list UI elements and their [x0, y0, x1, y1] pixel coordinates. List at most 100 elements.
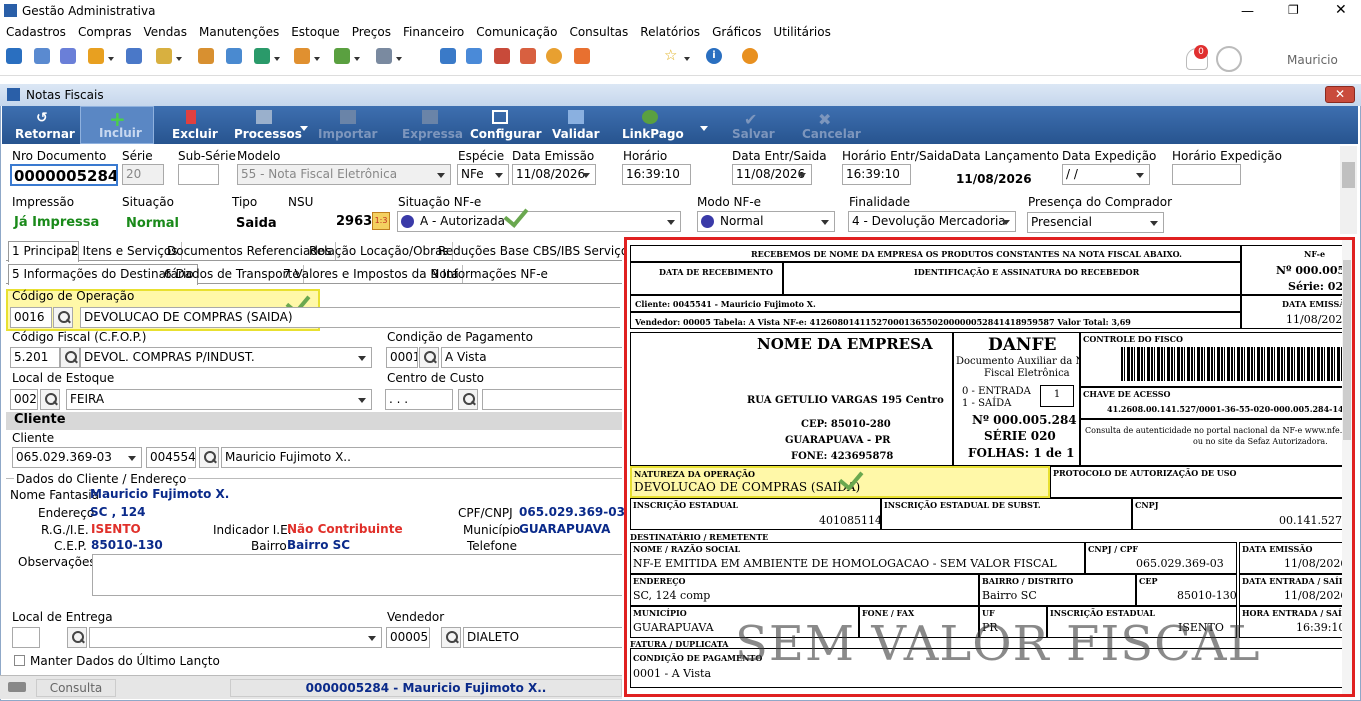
retornar-button[interactable]: ↺ Retornar: [10, 106, 80, 144]
menu-precos[interactable]: Preços: [346, 22, 397, 39]
incluir-button[interactable]: + Incluir: [80, 106, 154, 144]
expressa-button[interactable]: Expressa: [396, 106, 466, 144]
menu-graficos[interactable]: Gráficos: [706, 22, 767, 39]
processos-button[interactable]: Processos: [228, 106, 312, 144]
data-emissao-input[interactable]: 11/08/2026: [512, 164, 596, 185]
dollar-icon[interactable]: [226, 48, 242, 64]
cfop-search-icon[interactable]: [60, 347, 80, 368]
manter-dados-label: Manter Dados do Último Lançto: [30, 654, 220, 668]
cfop-input[interactable]: 5.201: [10, 347, 60, 368]
cep-value: 85010-130: [91, 538, 163, 552]
cliente-codigo-input[interactable]: 0045541: [146, 447, 196, 468]
cfop-select[interactable]: DEVOL. COMPRAS P/INDUST.: [80, 347, 372, 368]
window-close-button[interactable]: ✕: [1325, 86, 1355, 103]
menu-utilitarios[interactable]: Utilitários: [767, 22, 836, 39]
modelo-select[interactable]: 55 - Nota Fiscal Eletrônica: [237, 164, 451, 185]
importar-button[interactable]: Importar: [312, 106, 392, 144]
local-estoque-search-icon[interactable]: [40, 389, 60, 410]
close-icon[interactable]: ✕: [1335, 2, 1347, 18]
menu-consultas[interactable]: Consultas: [563, 22, 634, 39]
local-entrega-input[interactable]: [12, 627, 40, 648]
serie-input[interactable]: 20: [122, 164, 164, 185]
modo-nfe-select[interactable]: Normal: [697, 211, 835, 232]
restore-icon[interactable]: ❐: [1288, 3, 1299, 17]
menu-compras[interactable]: Compras: [72, 22, 138, 39]
manter-dados-checkbox[interactable]: [14, 655, 25, 666]
nro-documento-input[interactable]: 0000005284: [10, 164, 118, 186]
cliente-search-icon[interactable]: [199, 447, 219, 468]
processos-dropdown-icon[interactable]: [300, 126, 308, 131]
nsu-icon[interactable]: 1:3: [372, 212, 390, 230]
menu-comunicacao[interactable]: Comunicação: [470, 22, 563, 39]
menu-manutencoes[interactable]: Manutenções: [193, 22, 285, 39]
excluir-button[interactable]: Excluir: [164, 106, 224, 144]
condicao-pagamento-input[interactable]: 0001: [386, 347, 418, 368]
horario-entr-input[interactable]: 16:39:10: [842, 164, 911, 185]
danfe-scroll-thumb[interactable]: [1343, 260, 1351, 440]
vendedor-input[interactable]: 00005: [386, 627, 430, 648]
local-entrega-search-icon[interactable]: [67, 627, 87, 648]
minimize-icon[interactable]: —: [1241, 4, 1254, 19]
data-expedicao-input[interactable]: / /: [1062, 164, 1150, 185]
users-icon[interactable]: [34, 48, 50, 64]
tab-reducoes-base[interactable]: Reduções Base CBS/IBS Serviços: [435, 242, 637, 260]
configurar-button[interactable]: Configurar: [466, 106, 542, 144]
linkpago-button[interactable]: LinkPago: [616, 106, 716, 144]
cancelar-button[interactable]: ✖ Cancelar: [798, 106, 868, 144]
vendedor-search-icon[interactable]: [441, 627, 461, 648]
calendar2-icon[interactable]: [520, 48, 536, 64]
box-icon[interactable]: [294, 48, 320, 64]
salvar-button[interactable]: ✔ Salvar: [728, 106, 788, 144]
scroll-thumb[interactable]: [1342, 162, 1355, 188]
avatar[interactable]: [1216, 46, 1242, 72]
data-entr-input[interactable]: 11/08/2026: [732, 164, 812, 185]
centro-custo-input[interactable]: . . .: [385, 389, 453, 410]
clock-icon[interactable]: [546, 48, 562, 64]
local-entrega-select[interactable]: [89, 627, 382, 648]
validar-button[interactable]: Validar: [548, 106, 608, 144]
linkpago-dropdown-icon[interactable]: [700, 126, 708, 131]
card-icon[interactable]: [60, 48, 76, 64]
danfe-ie-box: INSCRIÇÃO ESTADUAL 4010851144: [630, 498, 881, 530]
mail-icon[interactable]: [156, 48, 182, 64]
tab-informacoes-nfe[interactable]: 9 Informações NF-e: [428, 265, 551, 283]
person-icon[interactable]: [198, 48, 214, 64]
calendar-icon[interactable]: [494, 48, 510, 64]
codigo-operacao-input[interactable]: 0016: [10, 307, 52, 328]
local-estoque-select[interactable]: FEIRA: [66, 389, 372, 410]
observacoes-textarea[interactable]: [92, 554, 622, 596]
tab-relacao-locacao[interactable]: Relação Locação/Obras: [306, 242, 453, 260]
danfe-scrollbar[interactable]: [1342, 240, 1352, 694]
menu-vendas[interactable]: Vendas: [138, 22, 194, 39]
calc-icon[interactable]: [88, 48, 114, 64]
horario-expedicao-input[interactable]: [1172, 164, 1241, 185]
calendar3-icon[interactable]: [574, 48, 590, 64]
centro-custo-search-icon[interactable]: [458, 389, 478, 410]
grid-icon[interactable]: [440, 48, 456, 64]
save-icon[interactable]: [6, 48, 22, 64]
presenca-select[interactable]: Presencial: [1027, 212, 1164, 233]
codigo-operacao-search-icon[interactable]: [53, 307, 73, 328]
local-estoque-input[interactable]: 002: [10, 389, 38, 410]
menu-cadastros[interactable]: Cadastros: [0, 22, 72, 39]
condicao-pagamento-label: Condição de Pagamento: [387, 330, 533, 344]
situacao-nfe-select[interactable]: A - Autorizada: [397, 211, 681, 232]
menu-financeiro[interactable]: Financeiro: [397, 22, 470, 39]
money-icon[interactable]: [334, 48, 360, 64]
cliente-doc-select[interactable]: 065.029.369-03: [12, 447, 142, 468]
info-icon[interactable]: i: [706, 48, 722, 64]
calculator-icon[interactable]: [466, 48, 482, 64]
especie-select[interactable]: NFe: [457, 164, 509, 185]
printer-icon[interactable]: [376, 48, 402, 64]
subserie-input[interactable]: [178, 164, 219, 185]
star-icon[interactable]: ☆: [664, 48, 690, 64]
condicao-pagamento-search-icon[interactable]: [419, 347, 439, 368]
print-icon[interactable]: [126, 48, 142, 64]
horario-input[interactable]: 16:39:10: [622, 164, 691, 185]
menu-estoque[interactable]: Estoque: [285, 22, 346, 39]
cart-icon[interactable]: [254, 48, 280, 64]
scrollbar-vertical[interactable]: [1340, 146, 1357, 234]
menu-relatorios[interactable]: Relatórios: [634, 22, 706, 39]
finalidade-select[interactable]: 4 - Devolução Mercadoria: [848, 211, 1016, 232]
power-icon[interactable]: [742, 48, 758, 64]
